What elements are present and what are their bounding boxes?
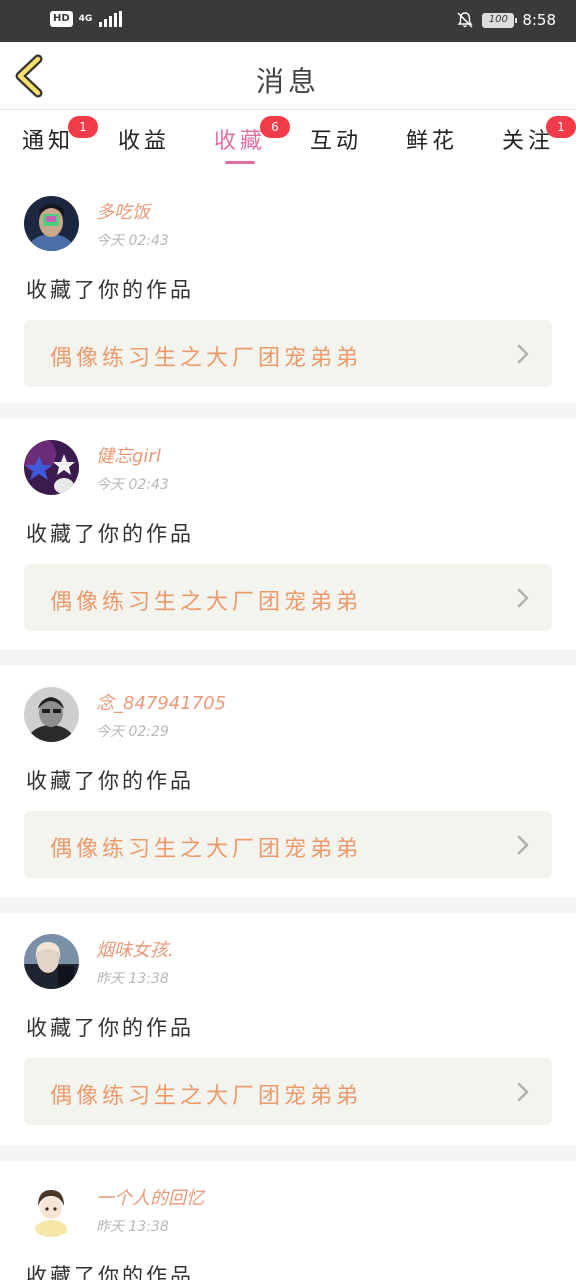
network-type: 4G bbox=[78, 13, 93, 24]
tab-favorites[interactable]: 收藏 6 bbox=[192, 116, 290, 164]
chevron-right-icon bbox=[517, 1082, 529, 1102]
username[interactable]: 念_847941705 bbox=[96, 689, 226, 715]
avatar[interactable] bbox=[24, 1182, 79, 1237]
work-link[interactable]: 偶像练习生之大厂团宠弟弟 bbox=[24, 1058, 552, 1125]
tab-badge: 1 bbox=[546, 116, 576, 138]
status-left: HD 4G bbox=[50, 11, 122, 27]
header: 消息 bbox=[0, 42, 576, 110]
bell-muted-icon bbox=[457, 12, 473, 28]
tab-label: 互动 bbox=[309, 129, 362, 154]
timestamp: 今天 02:43 bbox=[96, 477, 169, 493]
action-text: 收藏了你的作品 bbox=[26, 522, 194, 546]
tab-label: 通知 bbox=[21, 129, 74, 154]
avatar[interactable] bbox=[24, 196, 79, 251]
chevron-right-icon bbox=[517, 344, 529, 364]
tab-label: 收益 bbox=[117, 129, 170, 154]
divider bbox=[0, 650, 576, 666]
tab-label: 收藏 bbox=[213, 129, 266, 154]
timestamp: 昨天 13:38 bbox=[96, 971, 169, 987]
tab-active-indicator bbox=[225, 161, 255, 164]
username[interactable]: 多吃饭 bbox=[96, 198, 150, 224]
message-card[interactable]: 一个人的回忆 昨天 13:38 收藏了你的作品 bbox=[0, 1162, 576, 1280]
tab-notice[interactable]: 通知 1 bbox=[0, 116, 98, 155]
tab-follows[interactable]: 关注 1 bbox=[480, 116, 576, 155]
tab-interactions[interactable]: 互动 bbox=[288, 123, 384, 155]
tab-bar: 通知 1 收益 收藏 6 互动 鲜花 关注 1 bbox=[0, 111, 576, 171]
chevron-right-icon bbox=[517, 588, 529, 608]
action-text: 收藏了你的作品 bbox=[26, 769, 194, 793]
signal-icon bbox=[98, 11, 122, 27]
chevron-right-icon bbox=[517, 835, 529, 855]
work-link[interactable]: 偶像练习生之大厂团宠弟弟 bbox=[24, 564, 552, 631]
message-card[interactable]: 健忘girl 今天 02:43 收藏了你的作品 偶像练习生之大厂团宠弟弟 bbox=[0, 420, 576, 651]
message-card[interactable]: 烟味女孩. 昨天 13:38 收藏了你的作品 偶像练习生之大厂团宠弟弟 bbox=[0, 914, 576, 1145]
username[interactable]: 健忘girl bbox=[96, 442, 161, 468]
hd-indicator: HD bbox=[50, 11, 73, 27]
tab-earnings[interactable]: 收益 bbox=[96, 123, 192, 155]
action-text: 收藏了你的作品 bbox=[26, 278, 194, 302]
divider bbox=[0, 897, 576, 913]
username[interactable]: 烟味女孩. bbox=[96, 936, 174, 962]
work-link[interactable]: 偶像练习生之大厂团宠弟弟 bbox=[24, 320, 552, 387]
timestamp: 今天 02:29 bbox=[96, 724, 169, 740]
divider bbox=[0, 1145, 576, 1161]
status-bar: HD 4G 100 8:58 bbox=[0, 0, 576, 42]
clock: 8:58 bbox=[522, 11, 556, 29]
username[interactable]: 一个人的回忆 bbox=[96, 1184, 204, 1210]
work-title: 偶像练习生之大厂团宠弟弟 bbox=[50, 837, 363, 862]
tab-badge: 6 bbox=[260, 116, 290, 138]
divider bbox=[0, 403, 576, 419]
action-text: 收藏了你的作品 bbox=[26, 1264, 194, 1280]
avatar[interactable] bbox=[24, 687, 79, 742]
tab-label: 关注 bbox=[501, 129, 554, 154]
timestamp: 昨天 13:38 bbox=[96, 1219, 169, 1235]
timestamp: 今天 02:43 bbox=[96, 233, 169, 249]
page-title: 消息 bbox=[255, 65, 320, 98]
work-title: 偶像练习生之大厂团宠弟弟 bbox=[50, 1084, 363, 1109]
message-card[interactable]: 念_847941705 今天 02:29 收藏了你的作品 偶像练习生之大厂团宠弟… bbox=[0, 667, 576, 898]
status-right: 100 8:58 bbox=[456, 11, 556, 29]
work-link[interactable]: 偶像练习生之大厂团宠弟弟 bbox=[24, 811, 552, 878]
work-title: 偶像练习生之大厂团宠弟弟 bbox=[50, 590, 363, 615]
tab-flowers[interactable]: 鲜花 bbox=[384, 123, 480, 155]
battery-icon: 100 bbox=[482, 12, 518, 28]
tab-badge: 1 bbox=[68, 116, 98, 138]
action-text: 收藏了你的作品 bbox=[26, 1016, 194, 1040]
tab-label: 鲜花 bbox=[405, 129, 458, 154]
avatar[interactable] bbox=[24, 934, 79, 989]
avatar[interactable] bbox=[24, 440, 79, 495]
message-card[interactable]: 多吃饭 今天 02:43 收藏了你的作品 偶像练习生之大厂团宠弟弟 bbox=[0, 176, 576, 407]
work-title: 偶像练习生之大厂团宠弟弟 bbox=[50, 346, 363, 371]
